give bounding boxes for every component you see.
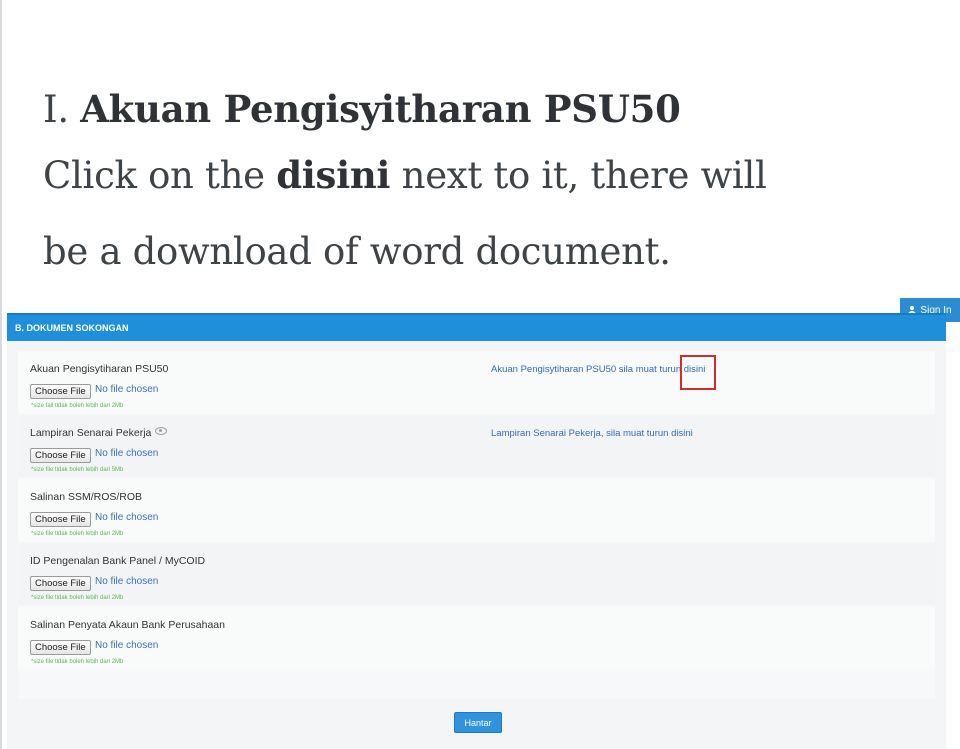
field-label: Salinan SSM/ROS/ROB: [30, 491, 143, 503]
instruction-heading: Akuan Pengisyitharan PSU50: [80, 87, 681, 131]
instruction-line-1-bold: disini: [276, 153, 391, 197]
download-instruction: Lampiran Senarai Pekerja, sila muat turu…: [491, 428, 693, 439]
instruction-line-2: be a download of word document.: [43, 230, 671, 273]
choose-file-button[interactable]: Choose File: [30, 576, 91, 591]
field-row-bank-statement: Salinan Penyata Akaun Bank Perusahaan Ch…: [18, 607, 935, 669]
file-status: No file chosen: [95, 640, 159, 651]
download-link-disini[interactable]: disini: [671, 428, 693, 439]
download-text: Akuan Pengisytiharan PSU50 sila muat tur…: [491, 364, 682, 375]
left-border: [0, 0, 2, 749]
field-row-lampiran: Lampiran Senarai Pekerja Choose File No …: [18, 415, 935, 477]
file-status: No file chosen: [95, 384, 159, 395]
size-note: *size file tidak boleh lebih dari 2Mb: [31, 531, 124, 537]
submit-button[interactable]: Hantar: [454, 712, 502, 733]
highlight-box: [680, 355, 716, 390]
instruction-number: I.: [43, 88, 69, 131]
choose-file-button[interactable]: Choose File: [30, 640, 91, 655]
file-status: No file chosen: [95, 512, 159, 523]
field-label-text: Lampiran Senarai Pekerja: [30, 427, 152, 439]
instruction-title: I. Akuan Pengisyitharan PSU50: [43, 82, 923, 137]
field-label: ID Pengenalan Bank Panel / MyCOID: [30, 555, 206, 567]
panel-title: B. DOKUMEN SOKONGAN: [15, 323, 129, 333]
eye-icon[interactable]: [155, 427, 168, 435]
size-note: *size file tidak boleh lebih dari 5Mb: [31, 467, 124, 473]
field-label: Lampiran Senarai Pekerja: [30, 427, 168, 439]
download-text: Lampiran Senarai Pekerja, sila muat turu…: [491, 428, 669, 439]
file-status: No file chosen: [95, 448, 159, 459]
field-label: Salinan Penyata Akaun Bank Perusahaan: [30, 619, 225, 631]
file-status: No file chosen: [95, 576, 159, 587]
download-instruction: Akuan Pengisytiharan PSU50 sila muat tur…: [491, 364, 705, 375]
panel-header: B. DOKUMEN SOKONGAN: [7, 313, 946, 341]
instruction-line-1-pre: Click on the: [43, 154, 265, 197]
field-row-bank-id: ID Pengenalan Bank Panel / MyCOID Choose…: [18, 543, 935, 605]
field-row-akuan: Akuan Pengisytiharan PSU50 Choose File N…: [18, 351, 935, 413]
size-note: *size file tidak boleh lebih dari 2Mb: [31, 659, 124, 665]
choose-file-button[interactable]: Choose File: [30, 448, 91, 463]
instruction-line-1: Click on the disini next to it, there wi…: [43, 137, 923, 214]
choose-file-button[interactable]: Choose File: [30, 512, 91, 527]
supporting-documents-panel: B. DOKUMEN SOKONGAN Akuan Pengisytiharan…: [7, 313, 946, 749]
field-row-ssm: Salinan SSM/ROS/ROB Choose File No file …: [18, 479, 935, 541]
field-label: Akuan Pengisytiharan PSU50: [30, 363, 169, 375]
choose-file-button[interactable]: Choose File: [30, 384, 91, 399]
panel-body: Akuan Pengisytiharan PSU50 Choose File N…: [18, 351, 935, 699]
size-note: *size fail tidak boleh lebih dari 2Mb: [31, 403, 124, 409]
instruction-text: I. Akuan Pengisyitharan PSU50 Click on t…: [43, 82, 923, 290]
size-note: *size file tidak boleh lebih dari 2Mb: [31, 595, 124, 601]
instruction-line-1-post: next to it, there will: [401, 154, 767, 197]
